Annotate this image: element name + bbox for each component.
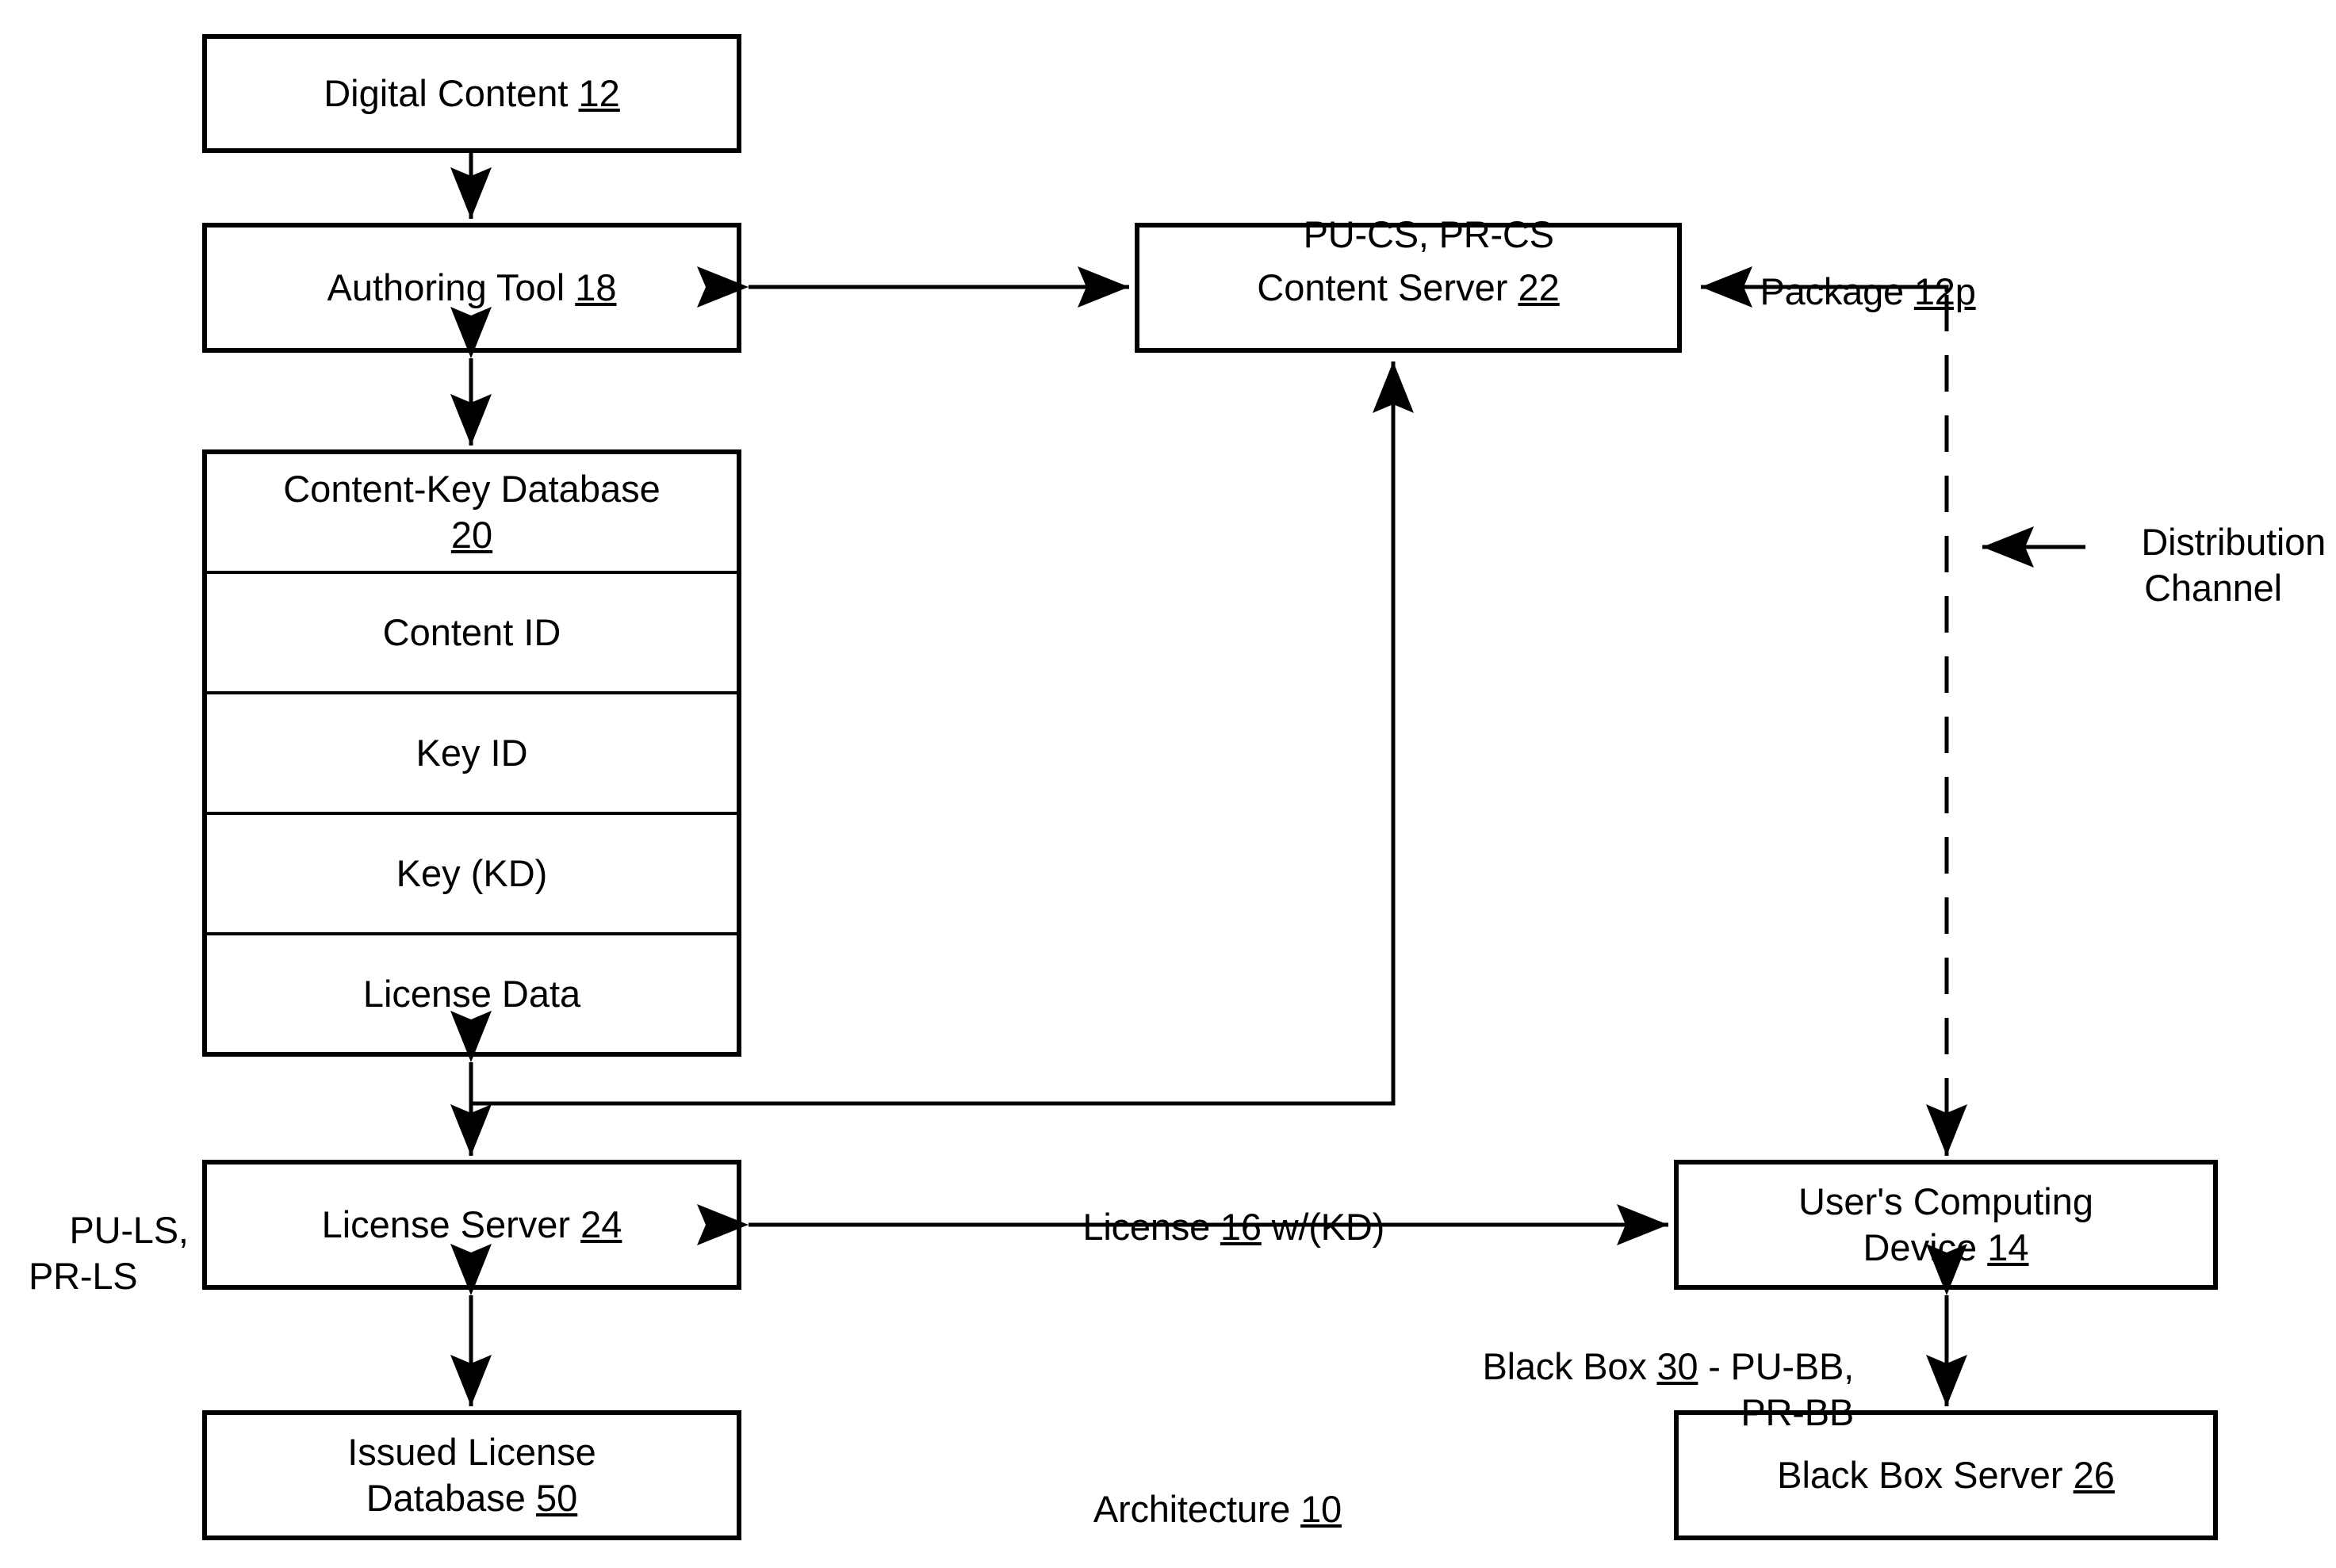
black-box-ref: 30: [1656, 1345, 1698, 1388]
distribution-channel-line1: Distribution: [2141, 521, 2326, 564]
black-box-suffix: - PU-BB,: [1698, 1345, 1855, 1388]
license-kd-ref: 16: [1220, 1206, 1262, 1249]
pu-cs-pr-cs-text: PU-CS, PR-CS: [1303, 213, 1554, 256]
package-ref: 12p: [1913, 270, 1976, 313]
annotation-distribution-channel: Distribution Channel: [2090, 474, 2336, 656]
box-digital-content: [202, 34, 741, 153]
box-authoring-tool: [202, 223, 741, 353]
box-user-computing-device: [1674, 1160, 2218, 1290]
pu-ls-line2: PR-LS: [29, 1254, 138, 1297]
package-prefix: Package: [1760, 270, 1914, 313]
architecture-ref: 10: [1300, 1488, 1342, 1531]
box-content-key-database: [202, 449, 741, 1057]
black-box-line2: PR-BB: [1741, 1390, 1855, 1433]
annotation-license-kd: License 16 w/(KD): [904, 1159, 1522, 1295]
license-kd-prefix: License: [1082, 1206, 1220, 1249]
annotation-architecture: Architecture 10: [1055, 1441, 1342, 1568]
license-kd-suffix: w/(KD): [1261, 1206, 1385, 1249]
box-issued-license-database: [202, 1410, 741, 1540]
annotation-pu-ls-pr-ls: PU-LS, PR-LS: [29, 1162, 189, 1344]
annotation-black-box-keys: Black Box 30 - PU-BB, PR-BB: [1442, 1298, 1854, 1480]
black-box-prefix: Black Box: [1482, 1345, 1657, 1388]
patent-figure-architecture: Digital Content 12 Authoring Tool 18 Con…: [0, 0, 2336, 1568]
architecture-prefix: Architecture: [1093, 1488, 1301, 1531]
box-license-server: [202, 1160, 741, 1290]
annotation-pu-cs-pr-cs: PU-CS, PR-CS: [1137, 166, 1679, 303]
pu-ls-line1: PU-LS,: [69, 1209, 189, 1252]
distribution-channel-line2: Channel: [2144, 566, 2282, 609]
annotation-package: Package 12p: [1719, 224, 1976, 360]
